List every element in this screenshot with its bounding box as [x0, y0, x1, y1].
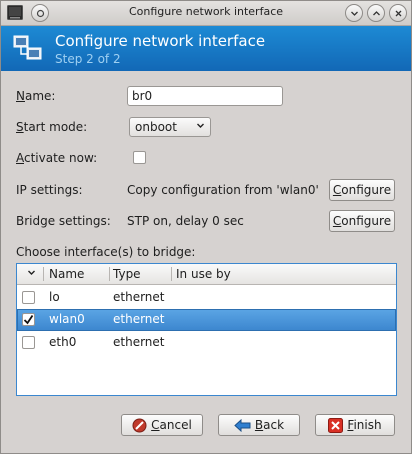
chevron-down-icon: [196, 121, 205, 133]
maximize-button[interactable]: [367, 4, 385, 22]
name-input[interactable]: br0: [127, 86, 283, 106]
start-mode-select[interactable]: onboot: [129, 117, 211, 137]
column-header-type[interactable]: Type: [113, 267, 141, 281]
bridge-settings-value: STP on, delay 0 sec: [127, 214, 244, 228]
row-checkbox[interactable]: [22, 291, 35, 304]
bridge-configure-button[interactable]: Configure: [329, 210, 395, 232]
interfaces-list[interactable]: Name Type In use by lo ethernet wlan0 et…: [16, 263, 397, 396]
start-mode-label: Start mode:: [16, 120, 88, 134]
activate-now-checkbox[interactable]: [133, 151, 146, 164]
chevron-down-icon: [350, 11, 358, 16]
ip-configure-button[interactable]: Configure: [329, 179, 395, 201]
title-bar[interactable]: Configure network interface: [1, 1, 411, 26]
row-type: ethernet: [113, 335, 165, 349]
row-name: lo: [49, 290, 60, 304]
finish-icon: [328, 417, 344, 433]
name-label: Name:: [16, 89, 56, 103]
row-name: eth0: [49, 335, 77, 349]
table-row[interactable]: lo ethernet: [17, 287, 396, 309]
start-mode-value: onboot: [135, 120, 177, 134]
row-type: ethernet: [113, 312, 165, 326]
cancel-button[interactable]: Cancel: [121, 414, 203, 436]
column-separator: [43, 267, 44, 281]
bridge-settings-label: Bridge settings:: [16, 214, 111, 228]
table-row[interactable]: eth0 ethernet: [17, 332, 396, 354]
close-button[interactable]: [389, 4, 407, 22]
arrow-left-icon: [234, 418, 251, 432]
cancel-icon: [132, 418, 147, 432]
choose-interfaces-label: Choose interface(s) to bridge:: [16, 245, 196, 259]
minimize-button[interactable]: [345, 4, 363, 22]
finish-button[interactable]: Finish: [315, 414, 395, 436]
row-type: ethernet: [113, 290, 165, 304]
header-banner: Configure network interface Step 2 of 2: [1, 26, 411, 71]
row-checkbox[interactable]: [22, 336, 35, 349]
ip-settings-value: Copy configuration from 'wlan0': [127, 183, 319, 197]
chevron-up-icon: [372, 10, 380, 15]
list-header: Name Type In use by: [17, 264, 396, 285]
back-button[interactable]: Back: [218, 414, 300, 436]
column-separator: [109, 267, 110, 281]
check-icon: [23, 315, 34, 325]
close-icon: [395, 10, 401, 16]
banner-title: Configure network interface: [55, 32, 266, 50]
row-name: wlan0: [49, 312, 85, 326]
banner-subtitle: Step 2 of 2: [55, 52, 121, 66]
ip-settings-label: IP settings:: [16, 183, 83, 197]
dialog-window: Configure network interface Configure ne…: [0, 0, 412, 454]
column-header-name[interactable]: Name: [49, 267, 84, 281]
row-checkbox[interactable]: [22, 313, 35, 326]
network-interface-icon: [13, 35, 42, 60]
column-header-in-use-by[interactable]: In use by: [176, 267, 231, 281]
chevron-down-icon[interactable]: [27, 266, 36, 280]
column-separator: [171, 267, 172, 281]
activate-now-label: Activate now:: [16, 151, 98, 165]
table-row[interactable]: wlan0 ethernet: [17, 309, 396, 331]
